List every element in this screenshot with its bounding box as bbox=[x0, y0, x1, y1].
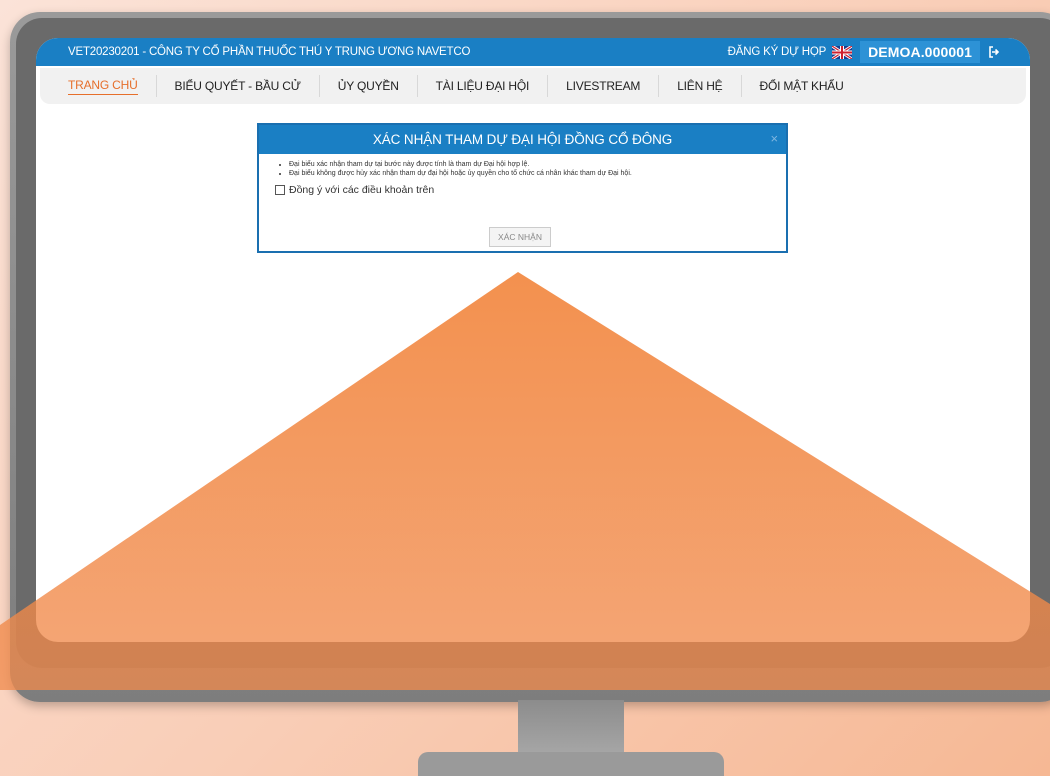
uk-flag-icon[interactable] bbox=[831, 44, 853, 60]
nav-item-documents[interactable]: TÀI LIỆU ĐẠI HỘI bbox=[418, 75, 549, 97]
top-bar: VET20230201 - CÔNG TY CỔ PHẦN THUỐC THÚ … bbox=[36, 38, 1030, 66]
agree-checkbox[interactable] bbox=[275, 185, 285, 195]
nav-item-label: ĐỔI MẬT KHẨU bbox=[759, 79, 844, 93]
nav-item-home[interactable]: TRANG CHỦ bbox=[40, 75, 157, 97]
terms-list: Đại biểu xác nhận tham dự tại bước này đ… bbox=[275, 160, 770, 178]
terms-item: Đại biểu xác nhận tham dự tại bước này đ… bbox=[289, 160, 770, 169]
close-icon[interactable]: × bbox=[771, 131, 779, 146]
nav-item-livestream[interactable]: LIVESTREAM bbox=[548, 75, 660, 97]
modal-header: XÁC NHẬN THAM DỰ ĐẠI HỘI ĐỒNG CỔ ĐÔNG × bbox=[259, 125, 786, 154]
nav-item-label: TÀI LIỆU ĐẠI HỘI bbox=[435, 79, 530, 93]
confirm-button[interactable]: XÁC NHẬN bbox=[489, 227, 551, 247]
agree-label[interactable]: Đồng ý với các điều khoản trên bbox=[289, 184, 434, 196]
nav-item-contact[interactable]: LIÊN HỆ bbox=[659, 75, 742, 97]
register-attendance-link[interactable]: ĐĂNG KÝ DỰ HỌP bbox=[728, 46, 827, 58]
nav-item-label: LIVESTREAM bbox=[566, 79, 641, 93]
nav-item-label: BIỂU QUYẾT - BẦU CỬ bbox=[174, 79, 301, 93]
nav-item-voting-election[interactable]: BIỂU QUYẾT - BẦU CỬ bbox=[157, 75, 320, 97]
monitor-stand-neck bbox=[518, 700, 624, 760]
account-id[interactable]: DEMOA.000001 bbox=[860, 41, 980, 63]
logout-icon[interactable] bbox=[988, 46, 1000, 58]
nav-item-change-password[interactable]: ĐỔI MẬT KHẨU bbox=[742, 75, 862, 97]
modal-body: Đại biểu xác nhận tham dự tại bước này đ… bbox=[259, 154, 786, 196]
agree-row[interactable]: Đồng ý với các điều khoản trên bbox=[275, 184, 770, 196]
main-navigation: TRANG CHỦ BIỂU QUYẾT - BẦU CỬ ỦY QUYỀN T… bbox=[40, 68, 1026, 104]
top-bar-right: ĐĂNG KÝ DỰ HỌP DEMOA.000001 bbox=[728, 38, 1030, 66]
monitor-stand-base bbox=[418, 752, 724, 776]
nav-item-label: TRANG CHỦ bbox=[68, 78, 138, 95]
terms-item: Đại biểu không được hủy xác nhận tham dự… bbox=[289, 169, 770, 178]
nav-item-label: ỦY QUYỀN bbox=[337, 79, 399, 93]
company-title: VET20230201 - CÔNG TY CỔ PHẦN THUỐC THÚ … bbox=[68, 46, 471, 58]
modal-title: XÁC NHẬN THAM DỰ ĐẠI HỘI ĐỒNG CỔ ĐÔNG bbox=[372, 132, 673, 147]
nav-item-proxy[interactable]: ỦY QUYỀN bbox=[320, 75, 418, 97]
screen: VET20230201 - CÔNG TY CỔ PHẦN THUỐC THÚ … bbox=[36, 38, 1030, 642]
nav-item-label: LIÊN HỆ bbox=[677, 79, 723, 93]
attendance-confirmation-modal: XÁC NHẬN THAM DỰ ĐẠI HỘI ĐỒNG CỔ ĐÔNG × … bbox=[257, 123, 788, 253]
